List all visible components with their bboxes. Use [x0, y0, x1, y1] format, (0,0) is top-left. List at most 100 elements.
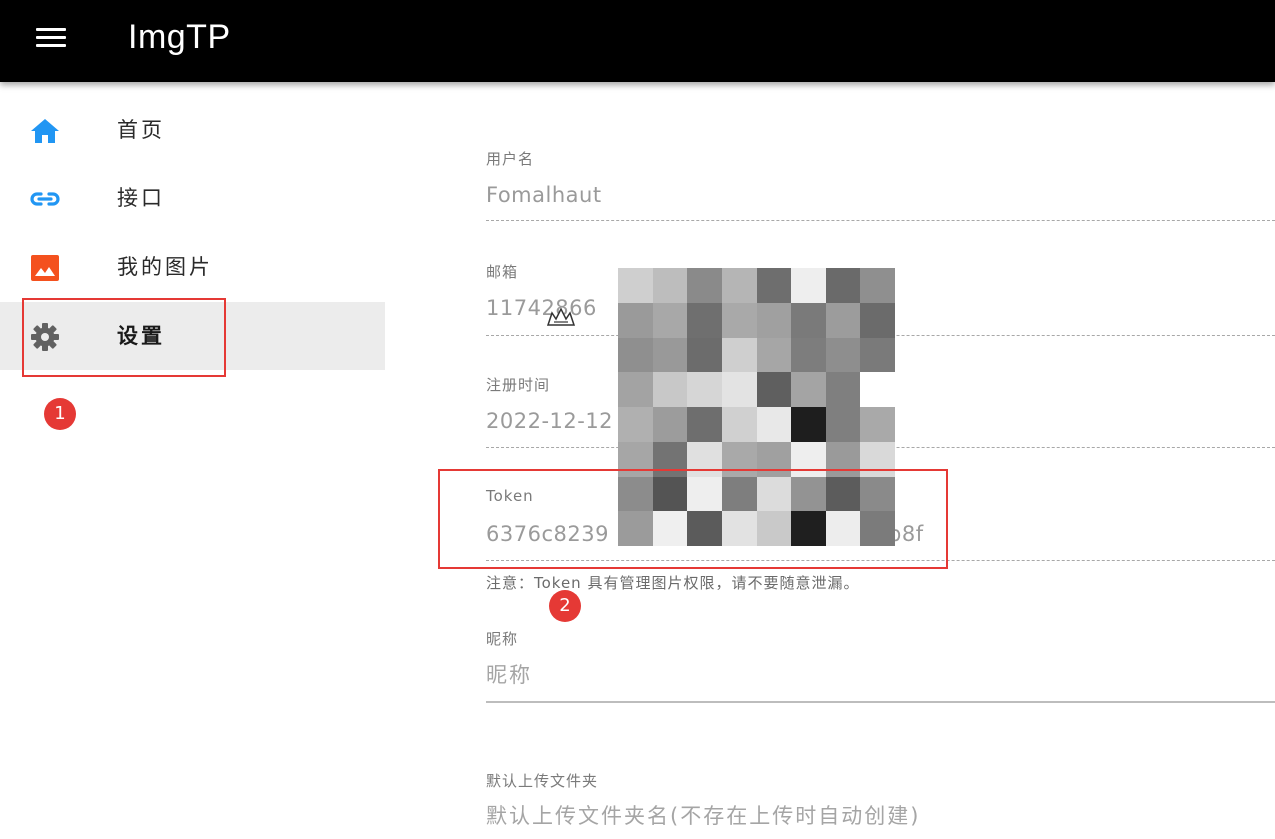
mosaic-tile — [860, 476, 895, 512]
field-underline — [486, 701, 1275, 703]
mosaic-tile — [687, 407, 722, 442]
mosaic-tile — [687, 337, 722, 373]
mosaic-tile — [756, 337, 792, 373]
mosaic-tile — [721, 302, 757, 338]
mosaic-tile — [721, 441, 757, 477]
mosaic-tile — [618, 476, 653, 512]
mosaic-tile — [687, 302, 722, 338]
mosaic-tile — [687, 268, 722, 303]
menu-button[interactable] — [22, 17, 80, 61]
sidebar-item-label: 接口 — [117, 186, 165, 210]
mosaic-tile — [652, 441, 688, 477]
sidebar-item-label: 设置 — [117, 324, 165, 348]
sidebar-item-settings[interactable]: 设置 — [0, 302, 385, 370]
mosaic-tile — [687, 372, 722, 407]
email-value: 11742866 — [486, 296, 597, 320]
mosaic-tile — [791, 407, 826, 442]
app-bar: ImgTP — [0, 0, 1275, 82]
mosaic-tile — [687, 476, 722, 512]
mosaic-tile — [756, 372, 792, 407]
mosaic-tile — [791, 337, 826, 373]
mosaic-tile — [618, 302, 653, 338]
mosaic-tile — [756, 302, 792, 338]
mosaic-tile — [791, 372, 826, 407]
image-icon — [31, 255, 59, 281]
mosaic-tile — [825, 372, 861, 407]
mosaic-tile — [618, 407, 653, 442]
mosaic-tile — [721, 407, 757, 442]
mosaic-tile — [618, 372, 653, 407]
mosaic-tile — [860, 302, 895, 338]
field-divider — [486, 560, 1275, 561]
mosaic-tile — [652, 268, 688, 303]
sidebar-item-label: 首页 — [117, 118, 165, 142]
token-hint: 注意：Token 具有管理图片权限，请不要随意泄漏。 — [486, 574, 860, 592]
home-icon — [31, 119, 59, 143]
default-folder-input[interactable] — [486, 804, 1246, 828]
app-title: ImgTP — [128, 18, 231, 56]
mosaic-tile — [652, 372, 688, 407]
mosaic-tile — [618, 337, 653, 373]
mosaic-tile — [756, 407, 792, 442]
mosaic-tile — [825, 337, 861, 373]
sidebar: 首页 接口 我的图片 设置 — [0, 82, 385, 839]
email-label: 邮箱 — [486, 263, 519, 281]
mosaic-tile — [652, 302, 688, 338]
sidebar-item-home[interactable]: 首页 — [0, 96, 385, 164]
mosaic-tile — [791, 268, 826, 303]
gear-icon — [31, 323, 59, 351]
mosaic-tile — [721, 511, 757, 546]
mosaic-tile — [860, 511, 895, 546]
mosaic-tile — [721, 337, 757, 373]
cursor-icon — [546, 307, 576, 326]
token-label: Token — [486, 487, 534, 505]
token-value-start: 6376c8239 — [486, 522, 609, 546]
mosaic-tile — [825, 302, 861, 338]
mosaic-tile — [825, 476, 861, 512]
mosaic-tile — [721, 268, 757, 303]
mosaic-tile — [652, 476, 688, 512]
mosaic-tile — [825, 407, 861, 442]
sidebar-item-my-images[interactable]: 我的图片 — [0, 233, 385, 301]
mosaic-tile — [791, 441, 826, 477]
mosaic-tile — [756, 511, 792, 546]
registered-label: 注册时间 — [486, 376, 551, 394]
mosaic-tile — [687, 511, 722, 546]
mosaic-tile — [860, 441, 895, 477]
sidebar-item-api[interactable]: 接口 — [0, 164, 385, 232]
mosaic-tile — [860, 407, 895, 442]
mosaic-tile — [825, 511, 861, 546]
nickname-input[interactable] — [486, 663, 1246, 687]
mosaic-tile — [652, 337, 688, 373]
mosaic-tile — [860, 337, 895, 373]
mosaic-tile — [825, 268, 861, 303]
mosaic-tile — [721, 372, 757, 407]
mosaic-tile — [618, 268, 653, 303]
mosaic-tile — [860, 268, 895, 303]
mosaic-tile — [756, 268, 792, 303]
mosaic-tile — [618, 441, 653, 477]
mosaic-tile — [652, 407, 688, 442]
mosaic-tile — [791, 302, 826, 338]
mosaic-tile — [618, 511, 653, 546]
mosaic-tile — [721, 476, 757, 512]
sidebar-item-label: 我的图片 — [117, 255, 213, 279]
step-badge-1: 1 — [44, 398, 76, 430]
mosaic-tile — [791, 511, 826, 546]
privacy-mosaic — [618, 268, 895, 546]
username-value: Fomalhaut — [486, 183, 602, 207]
mosaic-tile — [652, 511, 688, 546]
mosaic-tile — [687, 441, 722, 477]
step-badge-2: 2 — [549, 590, 581, 622]
nickname-label: 昵称 — [486, 630, 519, 648]
field-divider — [486, 220, 1275, 221]
mosaic-tile — [860, 372, 895, 407]
registered-value: 2022-12-12 — [486, 409, 614, 433]
link-icon — [30, 192, 60, 206]
mosaic-tile — [825, 441, 861, 477]
username-label: 用户名 — [486, 150, 535, 168]
mosaic-tile — [756, 476, 792, 512]
mosaic-tile — [791, 476, 826, 512]
mosaic-tile — [756, 441, 792, 477]
default-folder-label: 默认上传文件夹 — [486, 772, 599, 790]
